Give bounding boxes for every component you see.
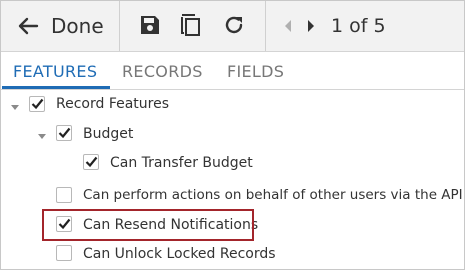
checkmark-icon [58, 127, 71, 139]
budget-label: Budget [83, 126, 134, 142]
copy-icon[interactable] [180, 13, 202, 37]
pager-label: 1 of 5 [331, 15, 386, 37]
tab-features[interactable]: FEATURES [13, 62, 97, 81]
done-button[interactable]: Done [1, 1, 120, 51]
can-transfer-budget-checkbox[interactable] [83, 154, 99, 170]
highlight-box [42, 209, 254, 241]
expand-caret-icon[interactable] [11, 105, 19, 110]
active-tab-indicator [2, 86, 110, 89]
checkmark-icon [31, 98, 44, 110]
can-unlock-records-label: Can Unlock Locked Records [83, 246, 276, 262]
previous-icon[interactable] [283, 18, 293, 34]
tab-records[interactable]: RECORDS [122, 62, 203, 81]
pager: 1 of 5 [266, 1, 464, 51]
record-features-label: Record Features [56, 96, 170, 112]
record-actions [120, 1, 266, 51]
toolbar: Done 1 of 5 [1, 1, 464, 52]
done-label: Done [51, 14, 104, 38]
checkmark-icon [85, 156, 98, 168]
feature-tree: Record Features Budget Can Transfer Budg… [0, 90, 465, 270]
can-act-on-behalf-checkbox[interactable] [56, 187, 72, 203]
can-act-on-behalf-label: Can perform actions on behalf of other u… [83, 187, 463, 203]
budget-checkbox[interactable] [56, 125, 72, 141]
can-transfer-budget-label: Can Transfer Budget [110, 155, 253, 171]
tab-fields[interactable]: FIELDS [227, 62, 284, 81]
refresh-icon[interactable] [223, 14, 245, 36]
record-features-checkbox[interactable] [29, 96, 45, 112]
can-unlock-records-checkbox[interactable] [56, 245, 72, 261]
next-icon[interactable] [306, 18, 316, 34]
save-icon[interactable] [140, 15, 160, 35]
expand-caret-icon[interactable] [38, 134, 46, 139]
back-arrow-icon [18, 17, 39, 35]
tab-bar: FEATURES RECORDS FIELDS [1, 52, 464, 90]
